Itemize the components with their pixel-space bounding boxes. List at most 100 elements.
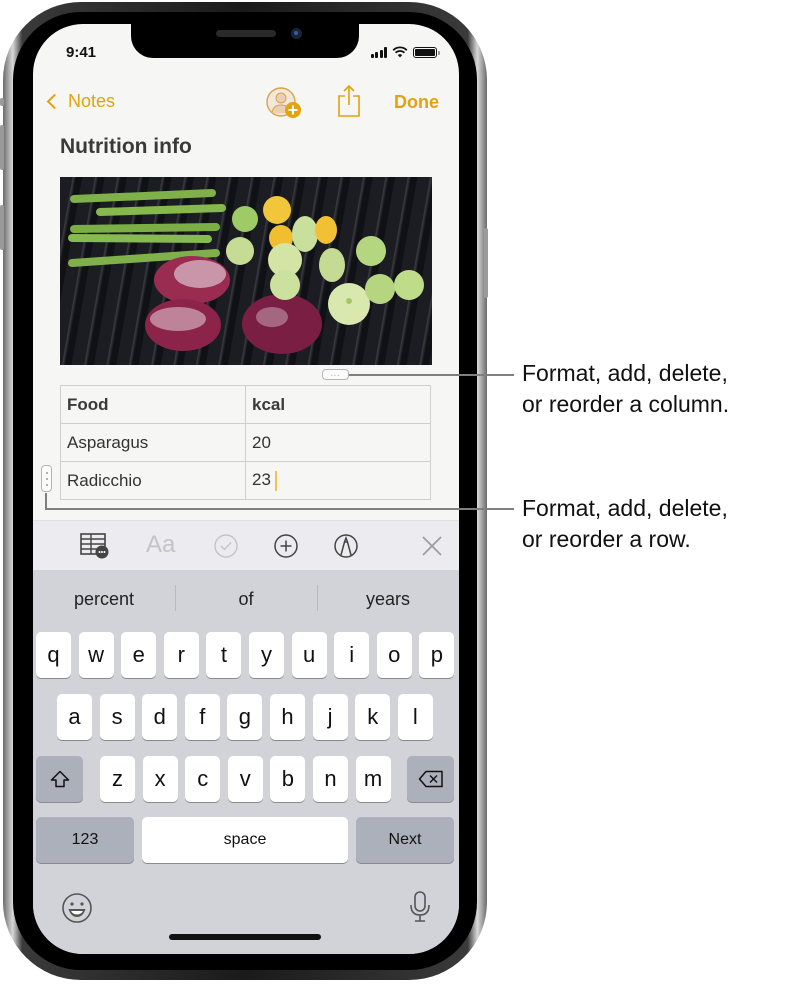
row-callout-line-1: Format, add, delete,: [522, 495, 728, 521]
key-h[interactable]: h: [270, 694, 305, 740]
grilled-vegetables-image: [68, 189, 424, 354]
key-n[interactable]: n: [313, 756, 348, 802]
format-text-button[interactable]: Aa: [146, 531, 175, 559]
space-key[interactable]: space: [142, 817, 348, 863]
key-k[interactable]: k: [355, 694, 391, 740]
suggestion[interactable]: of: [175, 584, 317, 611]
close-icon: [422, 536, 442, 556]
key-s[interactable]: s: [99, 694, 135, 740]
note-table: Food kcal Asparagus 20 Radicchio 23: [60, 385, 431, 500]
markup-button[interactable]: [333, 533, 359, 564]
table-cell[interactable]: 20: [245, 423, 431, 462]
key-x[interactable]: x: [142, 756, 178, 802]
shift-icon: [50, 770, 69, 788]
suggestion[interactable]: years: [317, 584, 459, 611]
key-z[interactable]: z: [100, 756, 135, 802]
table-header-cell[interactable]: kcal: [245, 385, 431, 424]
power-button: [484, 228, 488, 298]
dictation-button[interactable]: [409, 890, 431, 929]
markup-icon: [334, 534, 358, 558]
row-callout: Format, add, delete, or reorder a row.: [522, 493, 728, 555]
note-title: Nutrition info: [60, 135, 192, 158]
speaker: [216, 30, 276, 37]
column-callout-line-1: Format, add, delete,: [522, 360, 728, 386]
key-o[interactable]: o: [376, 632, 412, 678]
numbers-key[interactable]: 123: [36, 817, 134, 863]
table-icon: [80, 533, 109, 559]
share-button[interactable]: [337, 84, 361, 123]
key-r[interactable]: r: [163, 632, 199, 678]
add-icon: [274, 534, 298, 558]
emoji-icon: [62, 893, 92, 923]
key-e[interactable]: e: [121, 632, 157, 678]
table-header-row: Food kcal: [60, 385, 431, 424]
silent-switch: [0, 98, 4, 106]
key-j[interactable]: j: [312, 694, 348, 740]
volume-up-button: [0, 125, 4, 170]
chevron-left-icon: [46, 93, 63, 110]
status-time: 9:41: [66, 44, 97, 61]
key-c[interactable]: c: [185, 756, 221, 802]
done-button[interactable]: Done: [394, 92, 439, 113]
key-v[interactable]: v: [227, 756, 263, 802]
phone-screen: 9:41 Notes Done Nutrition info ... Food …: [33, 24, 459, 954]
front-camera: [291, 28, 302, 39]
backspace-icon: [418, 770, 443, 788]
key-m[interactable]: m: [355, 756, 391, 802]
key-y[interactable]: y: [249, 632, 284, 678]
add-people-button[interactable]: [265, 86, 305, 125]
key-l[interactable]: l: [397, 694, 433, 740]
back-label: Notes: [68, 91, 116, 111]
note-photo[interactable]: [60, 177, 432, 365]
table-row: Asparagus 20: [60, 423, 431, 462]
checklist-icon: [214, 534, 238, 558]
table-header-cell[interactable]: Food: [60, 385, 246, 424]
key-w[interactable]: w: [78, 632, 114, 678]
table-cell[interactable]: Asparagus: [60, 423, 246, 462]
formatting-toolbar: Aa: [33, 520, 459, 570]
key-q[interactable]: q: [36, 632, 71, 678]
checklist-button[interactable]: [213, 533, 239, 564]
person-add-icon: [266, 87, 301, 118]
microphone-icon: [410, 891, 430, 922]
key-b[interactable]: b: [270, 756, 306, 802]
key-a[interactable]: a: [57, 694, 92, 740]
key-t[interactable]: t: [206, 632, 242, 678]
status-icons: [370, 46, 440, 58]
volume-down-button: [0, 205, 4, 250]
cell-value: 23: [252, 470, 271, 490]
add-button[interactable]: [273, 533, 299, 564]
table-cell[interactable]: Radicchio: [60, 461, 246, 500]
delete-key[interactable]: [407, 756, 454, 802]
row-callout-line: [45, 508, 514, 510]
cellular-signal-icon: [370, 46, 387, 58]
predictive-bar: percent of years: [33, 570, 459, 628]
key-u[interactable]: u: [291, 632, 327, 678]
home-indicator[interactable]: [169, 934, 321, 940]
shift-key[interactable]: [36, 756, 83, 802]
row-callout-line-2: or reorder a row.: [522, 526, 691, 552]
suggestion[interactable]: percent: [33, 589, 175, 610]
table-row: Radicchio 23: [60, 461, 431, 500]
key-p[interactable]: p: [419, 632, 455, 678]
back-button[interactable]: Notes: [45, 91, 115, 112]
table-button[interactable]: [80, 533, 110, 564]
key-i[interactable]: i: [334, 632, 370, 678]
key-d[interactable]: d: [142, 694, 178, 740]
emoji-button[interactable]: [61, 892, 93, 929]
wifi-icon: [392, 46, 408, 58]
asparagus: [68, 189, 226, 267]
column-callout-line: [349, 374, 514, 376]
row-handle[interactable]: [41, 465, 52, 492]
notch: [131, 24, 359, 58]
table-cell-active[interactable]: 23: [245, 461, 431, 500]
share-icon: [338, 84, 360, 117]
format-text-icon: Aa: [146, 531, 176, 558]
text-cursor: [274, 470, 277, 491]
close-toolbar-button[interactable]: [421, 535, 443, 562]
key-g[interactable]: g: [227, 694, 263, 740]
battery-icon: [413, 46, 440, 58]
column-handle[interactable]: ...: [322, 369, 349, 380]
next-key[interactable]: Next: [356, 817, 454, 863]
key-f[interactable]: f: [184, 694, 220, 740]
